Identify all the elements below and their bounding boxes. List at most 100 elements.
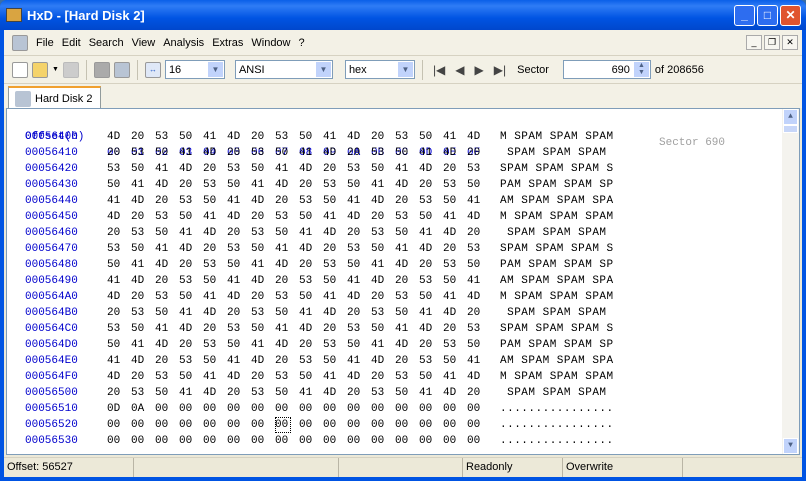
hex-byte[interactable]: 4D [131, 273, 155, 289]
hex-byte[interactable]: 50 [371, 161, 395, 177]
hex-byte[interactable]: 41 [419, 145, 443, 161]
row-text[interactable]: ................ [500, 417, 614, 433]
hex-byte[interactable]: 4D [155, 177, 179, 193]
hex-byte[interactable]: 41 [299, 385, 323, 401]
row-text[interactable]: M SPAM SPAM SPAM [500, 369, 614, 385]
hex-byte[interactable]: 00 [443, 433, 467, 449]
close-button[interactable]: ✕ [780, 4, 801, 26]
hex-byte[interactable]: 4D [347, 129, 371, 145]
vertical-scrollbar[interactable]: ▲ ▼ [782, 109, 799, 454]
hex-byte[interactable]: 4D [227, 289, 251, 305]
open-folder-icon[interactable] [32, 61, 48, 78]
hex-byte[interactable]: 53 [107, 321, 131, 337]
hex-byte[interactable]: 53 [371, 225, 395, 241]
hex-byte[interactable]: 4D [467, 209, 491, 225]
hex-byte[interactable]: 4D [395, 257, 419, 273]
hex-byte[interactable]: 4D [467, 369, 491, 385]
hex-byte[interactable]: 4D [203, 305, 227, 321]
hex-byte[interactable]: 50 [299, 209, 323, 225]
hex-byte[interactable]: 00 [131, 433, 155, 449]
hex-byte[interactable]: 4D [155, 337, 179, 353]
hex-byte[interactable]: 50 [275, 385, 299, 401]
hex-byte[interactable]: 53 [131, 385, 155, 401]
hex-byte[interactable]: 50 [395, 305, 419, 321]
hex-byte[interactable]: 4D [203, 385, 227, 401]
hex-byte[interactable]: 4D [419, 161, 443, 177]
hex-byte[interactable]: 41 [395, 321, 419, 337]
hex-byte[interactable]: 41 [251, 177, 275, 193]
menu-extras[interactable]: Extras [208, 37, 247, 49]
hex-byte[interactable]: 00 [395, 401, 419, 417]
hex-byte[interactable]: 20 [107, 145, 131, 161]
hex-byte[interactable]: 50 [251, 241, 275, 257]
hex-byte[interactable]: 20 [419, 177, 443, 193]
hex-byte[interactable]: 50 [323, 273, 347, 289]
hex-byte[interactable]: 50 [299, 289, 323, 305]
menu-search[interactable]: Search [85, 37, 128, 49]
row-text[interactable]: PAM SPAM SPAM SP [500, 257, 614, 273]
hex-byte[interactable]: 00 [155, 401, 179, 417]
chevron-down-icon[interactable]: ▼ [315, 62, 331, 77]
row-text[interactable]: ................ [500, 401, 614, 417]
hex-byte[interactable]: 20 [203, 321, 227, 337]
hex-byte[interactable]: 41 [107, 353, 131, 369]
hex-byte[interactable]: 20 [419, 337, 443, 353]
hex-byte[interactable]: 00 [251, 417, 275, 433]
hex-byte[interactable]: 53 [323, 337, 347, 353]
hex-byte[interactable]: 50 [179, 129, 203, 145]
hex-byte[interactable]: 53 [251, 305, 275, 321]
hex-byte[interactable]: 41 [131, 257, 155, 273]
status-readonly[interactable]: Readonly [463, 458, 563, 477]
hex-byte[interactable]: 20 [275, 273, 299, 289]
hex-byte[interactable]: 4D [251, 193, 275, 209]
hex-byte[interactable]: 00 [443, 401, 467, 417]
spin-icon[interactable]: ▲ ▼ [633, 62, 649, 77]
hex-byte[interactable]: 53 [371, 385, 395, 401]
new-file-icon[interactable] [12, 61, 28, 78]
hex-byte[interactable]: 50 [275, 145, 299, 161]
hex-byte[interactable]: 20 [251, 289, 275, 305]
hex-byte[interactable]: 00 [299, 417, 323, 433]
hex-byte[interactable]: 4D [275, 257, 299, 273]
hex-byte[interactable]: 53 [131, 145, 155, 161]
last-sector-icon[interactable]: ▶| [491, 63, 509, 77]
hex-byte[interactable]: 00 [371, 417, 395, 433]
hex-byte[interactable]: 4D [323, 385, 347, 401]
hex-byte[interactable]: 4D [203, 225, 227, 241]
hex-byte[interactable]: 41 [179, 305, 203, 321]
hex-byte[interactable]: 20 [131, 289, 155, 305]
hex-byte[interactable]: 20 [179, 257, 203, 273]
hex-byte[interactable]: 41 [107, 273, 131, 289]
hex-byte[interactable]: 00 [323, 417, 347, 433]
hex-byte[interactable]: 00 [347, 417, 371, 433]
hex-byte[interactable]: 53 [131, 225, 155, 241]
hex-byte[interactable]: 20 [371, 289, 395, 305]
hex-byte[interactable]: 41 [371, 177, 395, 193]
hex-byte[interactable]: 20 [251, 209, 275, 225]
hex-byte[interactable]: 4D [371, 273, 395, 289]
hex-byte[interactable]: 4D [347, 209, 371, 225]
open-disk-icon[interactable] [113, 61, 130, 78]
menu-edit[interactable]: Edit [58, 37, 85, 49]
hex-byte[interactable]: 41 [347, 273, 371, 289]
mdi-restore-button[interactable]: ❐ [764, 35, 780, 50]
row-text[interactable]: SPAM SPAM SPAM [500, 305, 614, 321]
hex-byte[interactable]: 20 [107, 385, 131, 401]
hex-byte[interactable]: 41 [155, 161, 179, 177]
hex-byte[interactable]: 41 [395, 161, 419, 177]
hex-byte[interactable]: 53 [203, 257, 227, 273]
row-text[interactable]: PAM SPAM SPAM SP [500, 177, 614, 193]
hex-byte[interactable]: 50 [323, 353, 347, 369]
hex-byte[interactable]: 4D [395, 337, 419, 353]
hex-byte[interactable]: 53 [203, 177, 227, 193]
hex-byte[interactable]: 53 [203, 337, 227, 353]
hex-byte[interactable]: 00 [227, 433, 251, 449]
hex-byte[interactable]: 4D [323, 225, 347, 241]
row-text[interactable]: ................ [500, 433, 614, 449]
hex-byte[interactable]: 50 [443, 273, 467, 289]
hex-byte[interactable]: 41 [419, 385, 443, 401]
hex-byte[interactable]: 00 [275, 433, 299, 449]
hex-byte[interactable]: 00 [419, 433, 443, 449]
hex-byte[interactable]: 20 [155, 353, 179, 369]
hex-byte[interactable]: 4D [371, 353, 395, 369]
